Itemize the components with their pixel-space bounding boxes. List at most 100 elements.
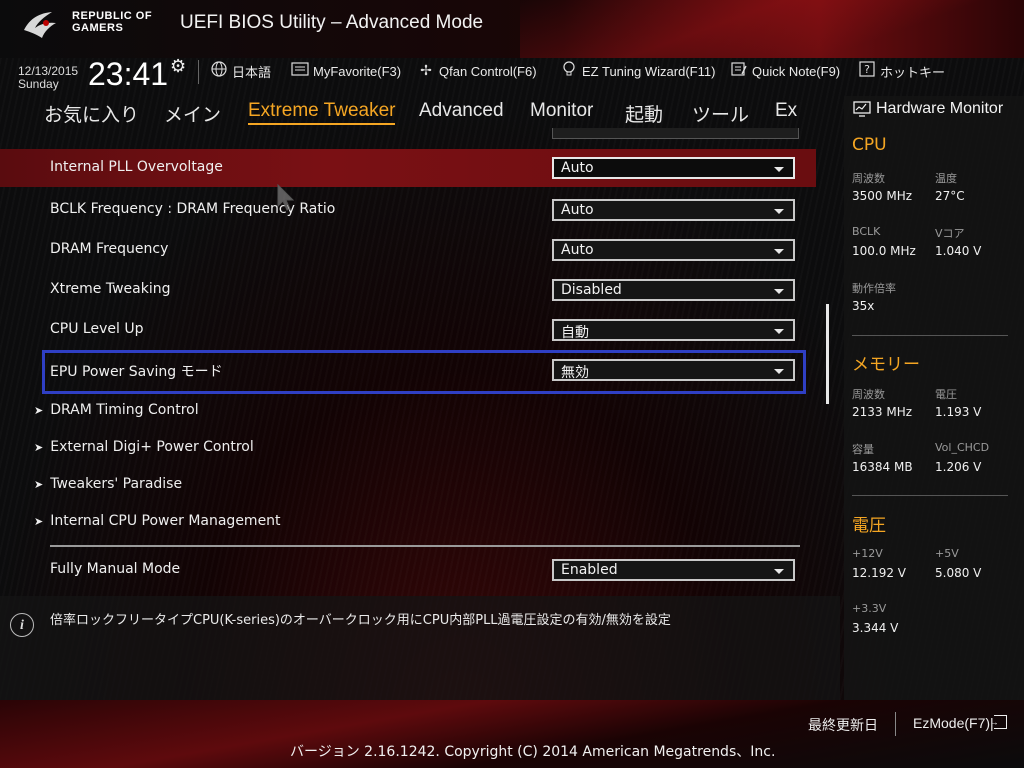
version-text: バージョン 2.16.1242. Copyright (C) 2014 Amer… [290,744,776,760]
setting-row-dram-frequency[interactable]: DRAM Frequency Auto [0,231,816,269]
ratio-label: 動作倍率 [852,282,896,295]
tab-favorites[interactable]: お気に入り [44,100,139,127]
quick-note-label: Quick Note(F9) [752,63,841,79]
lightbulb-icon [560,61,578,81]
hw-divider [852,335,1008,336]
submenu-label: Internal CPU Power Management [50,513,281,529]
voltage-heading: 電圧 [852,516,886,536]
dram-frequency-dropdown[interactable]: Auto [552,239,795,261]
chevron-right-icon: ➤ [34,441,44,454]
submenu-external-digi-power-control[interactable]: ➤ External Digi+ Power Control [34,439,254,455]
tab-boot[interactable]: 起動 [625,100,663,127]
dropdown-value: Auto [561,160,594,176]
focus-highlight [42,350,806,394]
qfan-control-button[interactable]: ✢ Qfan Control(F6) [417,61,537,81]
ez-tuning-wizard-button[interactable]: EZ Tuning Wizard(F11) [560,61,715,81]
myfavorite-label: MyFavorite(F3) [313,63,402,79]
last-modified-button[interactable]: 最終更新日 [808,715,878,735]
mem-cap-label: 容量 [852,443,874,456]
dropdown-value: Enabled [561,562,618,578]
gear-icon[interactable]: ⚙ [170,56,186,77]
app-title: UEFI BIOS Utility – Advanced Mode [180,12,484,33]
v12-value: 12.192 V [852,566,907,580]
quick-note-button[interactable]: Quick Note(F9) [730,61,840,81]
cpu-temp-label: 温度 [935,172,957,185]
tab-exit[interactable]: Ex [775,100,797,122]
setting-label: Xtreme Tweaking [50,281,171,297]
monitor-icon [853,101,871,117]
bclk-value: 100.0 MHz [852,244,916,258]
tab-main[interactable]: メイン [164,100,221,127]
info-icon: i [10,613,34,637]
date: 12/13/2015 [18,64,79,78]
mem-volt-label: 電圧 [935,388,957,401]
dropdown-arrow-icon [774,209,784,214]
divider [198,60,199,84]
ratio-value: 35x [852,299,875,313]
hw-divider [852,495,1008,496]
internal-pll-overvoltage-dropdown[interactable]: Auto [552,157,795,179]
setting-row-fully-manual-mode[interactable]: Fully Manual Mode Enabled [0,551,816,589]
main-tabs: お気に入り メイン Extreme Tweaker Advanced Monit… [0,94,830,130]
tab-monitor[interactable]: Monitor [530,100,593,122]
dropdown-value: Auto [561,202,594,218]
cpu-temp-value: 27°C [935,189,965,203]
setting-row-xtreme-tweaking[interactable]: Xtreme Tweaking Disabled [0,271,816,309]
fan-icon: ✢ [420,63,432,79]
hw-title-text: Hardware Monitor [876,100,1004,117]
hotkeys-button[interactable]: ? ホットキー [858,61,945,81]
setting-label: Internal PLL Overvoltage [50,159,223,175]
title-bar [0,0,1024,58]
dropdown-arrow-icon [774,167,784,172]
tab-extreme-tweaker[interactable]: Extreme Tweaker [248,100,396,125]
setting-label: CPU Level Up [50,321,144,337]
tab-tool[interactable]: ツール [692,100,749,127]
svg-text:?: ? [864,63,870,76]
fully-manual-mode-dropdown[interactable]: Enabled [552,559,795,581]
language-button[interactable]: 日本語 [210,61,271,81]
brand-line-2: GAMERS [72,22,124,34]
cpu-heading: CPU [852,135,887,155]
cpu-freq-value: 3500 MHz [852,189,913,203]
submenu-tweakers-paradise[interactable]: ➤ Tweakers' Paradise [34,476,182,492]
bclk-dram-ratio-dropdown[interactable]: Auto [552,199,795,221]
dropdown-arrow-icon [774,249,784,254]
section-divider [50,545,800,547]
dropdown-arrow-icon [774,569,784,574]
scrollbar-thumb[interactable] [826,304,829,404]
help-text: 倍率ロックフリータイプCPU(K-series)のオーバークロック用にCPU内部… [50,613,671,628]
help-icon: ? [858,61,876,81]
cpu-level-up-dropdown[interactable]: 自動 [552,319,795,341]
tab-advanced[interactable]: Advanced [419,100,504,122]
ezmode-button[interactable]: EzMode(F7)| → [913,715,1007,731]
v33-value: 3.344 V [852,621,899,635]
v5-label: +5V [935,547,959,560]
cpu-freq-label: 周波数 [852,172,885,185]
mem-cap-value: 16384 MB [852,460,913,474]
ez-tuning-label: EZ Tuning Wizard(F11) [582,63,716,79]
favorites-icon [291,62,309,80]
submenu-dram-timing-control[interactable]: ➤ DRAM Timing Control [34,402,199,418]
xtreme-tweaking-dropdown[interactable]: Disabled [552,279,795,301]
rog-logo [24,12,56,38]
clock: 23:41 [88,56,169,92]
bclk-label: BCLK [852,225,881,238]
setting-row-bclk-dram-ratio[interactable]: BCLK Frequency : DRAM Frequency Ratio Au… [0,191,816,229]
divider [895,712,896,736]
chevron-right-icon: ➤ [34,404,44,417]
v33-label: +3.3V [852,602,887,615]
setting-row-cpu-level-up[interactable]: CPU Level Up 自動 [0,311,816,349]
setting-row-internal-pll-overvoltage[interactable]: Internal PLL Overvoltage Auto [0,149,816,187]
hardware-monitor-title: Hardware Monitor [853,100,1003,118]
vcore-value: 1.040 V [935,244,982,258]
chevron-right-icon: ➤ [34,515,44,528]
vol-chcd-value: 1.206 V [935,460,982,474]
setting-label: Fully Manual Mode [50,561,181,577]
brand-line-1: REPUBLIC OF [72,10,153,22]
qfan-label: Qfan Control(F6) [439,63,537,79]
myfavorite-button[interactable]: MyFavorite(F3) [291,61,401,81]
mem-volt-value: 1.193 V [935,405,982,419]
ezmode-label: EzMode(F7)| [913,715,994,731]
dropdown-arrow-icon [774,329,784,334]
submenu-internal-cpu-power-management[interactable]: ➤ Internal CPU Power Management [34,513,281,529]
